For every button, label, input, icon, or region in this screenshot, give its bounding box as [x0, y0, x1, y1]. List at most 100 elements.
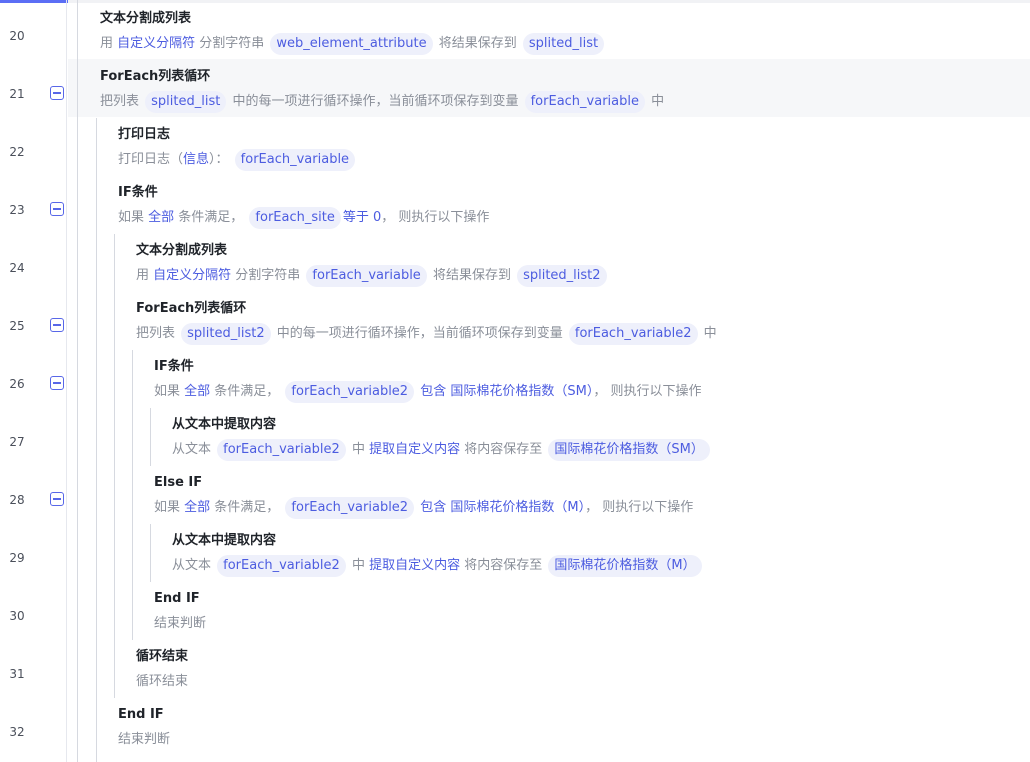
keyword-text[interactable]: 等于 [343, 210, 369, 225]
variable-tag[interactable]: splited_list2 [181, 323, 271, 345]
step-description: 如果 全部 条件满足， forEach_variable2 包含 国际棉花价格指… [154, 381, 701, 403]
flow-step[interactable]: IF条件 如果 全部 条件满足， forEach_site 等于 0， 则执行以下操… [118, 184, 489, 229]
line-number: 20 [9, 29, 25, 43]
keyword-text[interactable]: 包含 [416, 384, 450, 399]
flow-step[interactable]: ForEach列表循环 把列表 splited_list 中的每一项进行循环操作，… [100, 68, 664, 113]
line-number: 23 [9, 203, 25, 217]
keyword-text[interactable]: 信息 [183, 152, 209, 167]
description-text: 循环结束 [136, 674, 189, 689]
flow-step[interactable]: End IF 结束判断 [154, 590, 206, 635]
keyword-text[interactable]: 全部 [148, 210, 174, 225]
variable-tag[interactable]: splited_list [522, 33, 605, 55]
variable-tag[interactable]: forEach_variable2 [568, 323, 698, 345]
step-title: ForEach列表循环 [100, 69, 211, 84]
description-text: 打印日志（ [118, 152, 184, 167]
line-number: 27 [9, 435, 25, 449]
top-accent [0, 0, 68, 3]
flow-step[interactable]: 文本分割成列表用 自定义分隔符 分割字符串 forEach_variable 将… [136, 242, 609, 287]
step-title: IF条件 [154, 359, 194, 374]
variable-tag[interactable]: forEach_site [249, 207, 341, 229]
keyword-text[interactable]: 提取自定义内容 [369, 442, 460, 457]
step-description: 结束判断 [118, 729, 170, 751]
description-text: 中的每一项进行循环操作，当前循环项保存到变量 [228, 94, 523, 109]
variable-tag[interactable]: web_element_attribute [270, 33, 433, 55]
description-text: ， 则执行以下操作 [593, 384, 702, 399]
description-text: ， 则执行以下操作 [381, 210, 490, 225]
description-text: 结束判断 [154, 616, 207, 631]
keyword-text[interactable]: 提取自定义内容 [369, 558, 460, 573]
description-text: 分割字符串 [195, 36, 269, 51]
description-text: 用 [100, 36, 118, 51]
line-number: 29 [9, 551, 25, 565]
variable-tag[interactable]: 国际棉花价格指数（M） [548, 555, 702, 577]
description-text: 中 [347, 558, 370, 573]
flow-step[interactable]: 循环结束 循环结束 [136, 648, 188, 693]
description-text: 从文本 [172, 558, 216, 573]
description-text: 将结果保存到 [428, 268, 516, 283]
line-number: 28 [9, 493, 25, 507]
line-number: 30 [9, 609, 25, 623]
collapse-toggle-icon[interactable] [50, 202, 64, 216]
top-track [68, 0, 1030, 3]
line-number: 26 [9, 377, 25, 391]
keyword-text[interactable]: 0 [369, 210, 381, 225]
step-title: End IF [154, 591, 200, 606]
keyword-text[interactable]: 自定义分隔符 [153, 268, 231, 283]
flow-step[interactable]: 打印日志 打印日志（信息）： forEach_variable [118, 126, 357, 171]
keyword-text[interactable]: 国际棉花价格指数（SM） [450, 384, 593, 399]
collapse-toggle-icon[interactable] [50, 86, 64, 100]
keyword-text[interactable]: 自定义分隔符 [117, 36, 195, 51]
collapse-toggle-icon[interactable] [50, 376, 64, 390]
flow-step[interactable]: 从文本中提取内容从文本 forEach_variable2 中 提取自定义内容 … [172, 416, 712, 461]
flow-step[interactable]: 从文本中提取内容 从文本 forEach_variable2 中 提取自定义内容 … [172, 532, 704, 577]
step-title: 从文本中提取内容 [172, 533, 277, 548]
variable-tag[interactable]: forEach_variable2 [285, 497, 415, 519]
nesting-rail [96, 118, 97, 762]
keyword-text[interactable]: 全部 [184, 384, 210, 399]
flow-step[interactable]: End IF 结束判断 [118, 706, 170, 751]
step-title: 从文本中提取内容 [172, 417, 277, 432]
variable-tag[interactable]: 国际棉花价格指数（SM） [548, 439, 710, 461]
step-title: ForEach列表循环 [136, 301, 247, 316]
description-text: 中的每一项进行循环操作，当前循环项保存到变量 [272, 326, 567, 341]
line-number: 24 [9, 261, 25, 275]
flow-step[interactable]: ForEach列表循环 把列表 splited_list2 中的每一项进行循环操作… [136, 300, 717, 345]
variable-tag[interactable]: forEach_variable [306, 265, 427, 287]
step-description: 如果 全部 条件满足， forEach_site 等于 0， 则执行以下操作 [118, 207, 489, 229]
flow-step[interactable]: 文本分割成列表用 自定义分隔符 分割字符串 web_element_attrib… [100, 10, 606, 55]
description-text: 将内容保存至 [460, 558, 547, 573]
variable-tag[interactable]: forEach_variable [234, 149, 356, 171]
line-number: 32 [9, 725, 25, 739]
flow-step[interactable]: IF条件如果 全部 条件满足， forEach_variable2 包含 国际棉… [154, 358, 701, 403]
keyword-text[interactable]: 包含 [416, 500, 450, 515]
description-text: 把列表 [136, 326, 180, 341]
variable-tag[interactable]: splited_list [145, 91, 227, 113]
gutter-border [66, 0, 67, 762]
variable-tag[interactable]: forEach_variable2 [217, 439, 346, 461]
description-text: 从文本 [172, 442, 216, 457]
variable-tag[interactable]: forEach_variable2 [285, 381, 415, 403]
variable-tag[interactable]: splited_list2 [517, 265, 607, 287]
description-text: ， 则执行以下操作 [585, 500, 694, 515]
collapse-toggle-icon[interactable] [50, 492, 64, 506]
collapse-toggle-icon[interactable] [50, 318, 64, 332]
step-description: 把列表 splited_list2 中的每一项进行循环操作，当前循环项保存到变量… [136, 323, 717, 345]
nesting-rail [150, 408, 151, 466]
variable-tag[interactable]: forEach_variable2 [217, 555, 346, 577]
top-progress-line [0, 0, 1030, 3]
description-text: 将结果保存到 [434, 36, 521, 51]
flow-step[interactable]: Else IF 如果 全部 条件满足， forEach_variable2 包含 … [154, 474, 693, 519]
step-description: 结束判断 [154, 613, 206, 635]
nesting-rail [150, 524, 151, 582]
step-title: 文本分割成列表 [100, 11, 192, 26]
step-description: 从文本 forEach_variable2 中 提取自定义内容 将内容保存至 国… [172, 439, 712, 461]
keyword-text[interactable]: 全部 [184, 500, 210, 515]
description-text: 如果 [154, 384, 185, 399]
step-description: 打印日志（信息）： forEach_variable [118, 149, 357, 171]
description-text: 条件满足， [210, 500, 284, 515]
variable-tag[interactable]: forEach_variable [524, 91, 645, 113]
description-text: 将内容保存至 [460, 442, 547, 457]
description-text: 中 [699, 326, 717, 341]
keyword-text[interactable]: 国际棉花价格指数（M） [450, 500, 585, 515]
nesting-rail [114, 234, 115, 698]
